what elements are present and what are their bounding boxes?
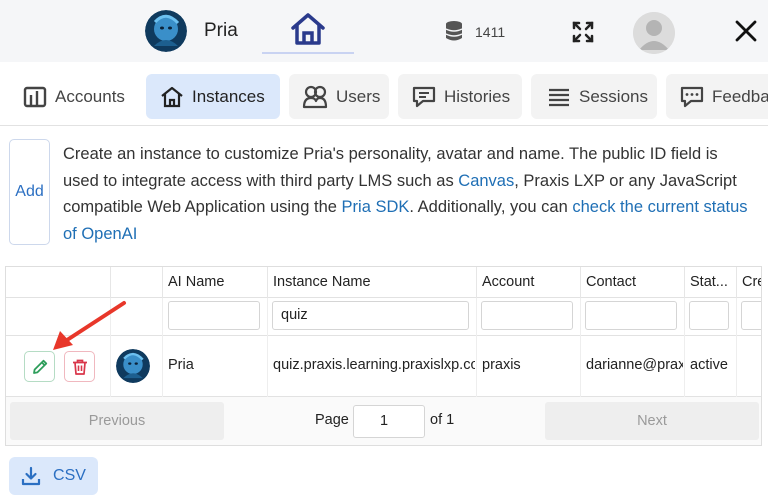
header-account[interactable]: Account — [476, 267, 580, 298]
header-ai-name[interactable]: AI Name — [162, 267, 267, 298]
tab-label: Users — [336, 86, 381, 106]
contact-filter-input[interactable] — [585, 301, 677, 330]
tab-feedback[interactable]: Feedba — [666, 74, 768, 119]
header-created[interactable]: Cre — [736, 267, 761, 298]
fullscreen-icon[interactable] — [572, 21, 594, 43]
tab-label: Accounts — [55, 86, 125, 106]
ai-name-value: Pria — [168, 357, 194, 373]
ai-name-cell: Pria — [162, 336, 267, 397]
bar-chart-icon — [23, 86, 47, 107]
tab-histories[interactable]: Histories — [398, 74, 522, 119]
created-filter-input[interactable] — [741, 301, 761, 330]
tab-label: Feedba — [712, 86, 768, 106]
feedback-icon — [680, 86, 704, 107]
instances-table: AI Name Instance Name Account Contact St… — [5, 266, 762, 446]
pria-sdk-link[interactable]: Pria SDK — [342, 198, 410, 216]
table-header: AI Name Instance Name Account Contact St… — [6, 267, 761, 298]
top-bar: Pria 1411 — [0, 0, 768, 62]
filter-cell — [110, 298, 162, 336]
tab-label: Instances — [192, 86, 265, 106]
pencil-icon — [32, 359, 47, 374]
status-cell: active — [684, 336, 736, 397]
pria-avatar[interactable] — [145, 10, 187, 52]
contact-cell: darianne@praxislxp.com — [580, 336, 684, 397]
home-button[interactable] — [262, 0, 354, 54]
header-avatar-col — [110, 267, 167, 298]
ai-name-filter-input[interactable] — [168, 301, 260, 330]
header-instance-name[interactable]: Instance Name — [267, 267, 476, 298]
users-icon — [302, 85, 328, 108]
csv-label: CSV — [53, 467, 86, 484]
instances-description: Create an instance to customize Pria's p… — [63, 141, 753, 247]
header-contact[interactable]: Contact — [580, 267, 684, 298]
chat-icon — [412, 86, 436, 107]
page-number-input[interactable]: 1 — [353, 405, 425, 438]
trash-icon — [72, 359, 87, 375]
account-filter-input[interactable] — [481, 301, 573, 330]
page-total: of 1 — [430, 412, 455, 428]
filter-row: quiz — [6, 298, 761, 336]
instance-name-value: quiz.praxis.learning.praxislxp.com — [273, 357, 475, 373]
canvas-link[interactable]: Canvas — [458, 172, 514, 190]
instance-avatar — [116, 349, 150, 383]
tab-instances[interactable]: Instances — [146, 74, 280, 119]
home-icon — [161, 86, 183, 107]
next-button[interactable]: Next — [545, 402, 759, 440]
created-cell — [736, 336, 761, 397]
instance-name-filter-input[interactable]: quiz — [272, 301, 469, 330]
list-icon — [549, 88, 569, 106]
description-text: . Additionally, you can — [409, 198, 573, 216]
tab-sessions[interactable]: Sessions — [531, 74, 657, 119]
brand-name: Pria — [204, 20, 238, 41]
delete-button[interactable] — [64, 351, 95, 382]
user-avatar[interactable] — [633, 12, 675, 54]
close-icon[interactable] — [735, 20, 757, 42]
database-icon — [445, 21, 463, 41]
status-value: active — [690, 357, 728, 373]
csv-export-button[interactable]: CSV — [9, 457, 98, 495]
database-count: 1411 — [475, 24, 506, 40]
tab-bar: Accounts Instances Users Histories Sessi… — [0, 62, 768, 126]
edit-button[interactable] — [24, 351, 55, 382]
previous-button[interactable]: Previous — [10, 402, 224, 440]
status-filter-input[interactable] — [689, 301, 729, 330]
account-cell: praxis — [476, 336, 580, 397]
account-value: praxis — [482, 357, 521, 373]
tab-users[interactable]: Users — [289, 74, 389, 119]
header-status[interactable]: Stat... — [684, 267, 736, 298]
table-row: Pria quiz.praxis.learning.praxislxp.com … — [6, 336, 761, 397]
home-icon — [291, 13, 325, 45]
instance-name-cell: quiz.praxis.learning.praxislxp.com — [267, 336, 476, 397]
contact-value: darianne@praxislxp.com — [586, 357, 683, 373]
tab-label: Histories — [444, 86, 511, 106]
page-label: Page — [315, 412, 349, 428]
tab-accounts[interactable]: Accounts — [9, 74, 136, 119]
download-icon — [21, 466, 41, 486]
add-instance-button[interactable]: Add — [9, 139, 50, 245]
tab-label: Sessions — [579, 86, 648, 106]
pagination: Previous Page 1 of 1 Next — [6, 397, 761, 445]
